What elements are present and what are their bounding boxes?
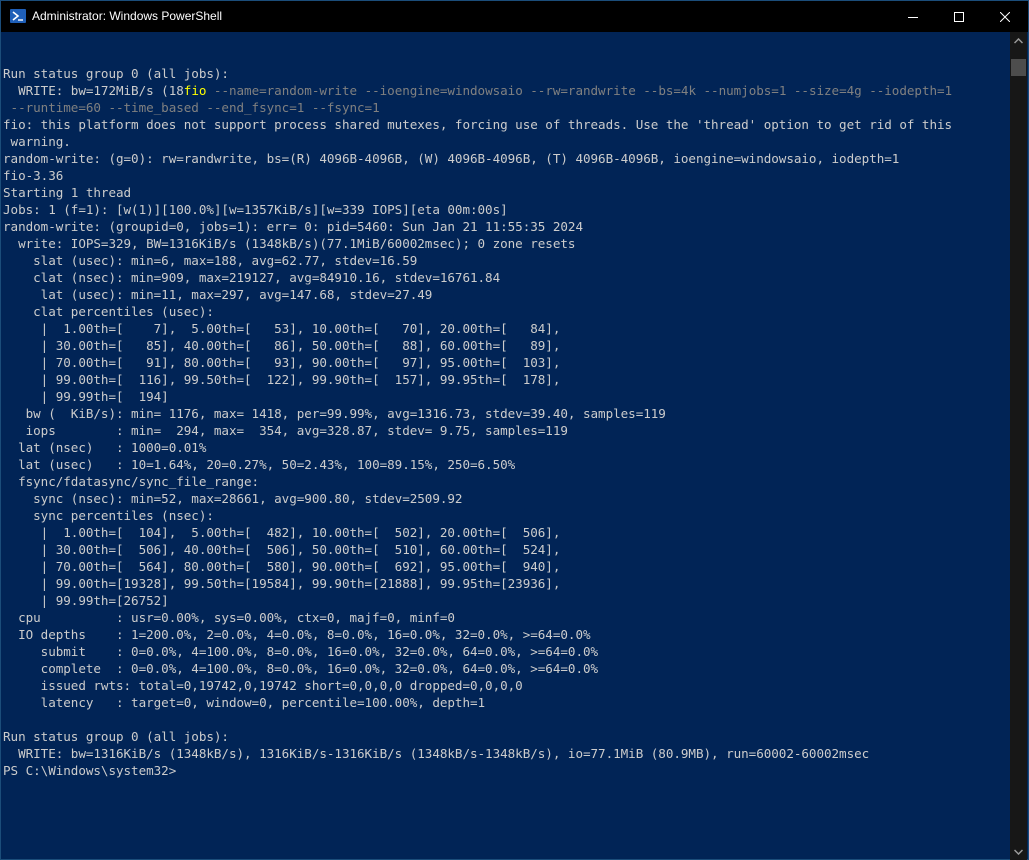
console-line: WRITE: bw=1316KiB/s (1348kB/s), 1316KiB/…: [3, 746, 870, 761]
console-line: fsync/fdatasync/sync_file_range:: [3, 474, 260, 489]
console-line: issued rwts: total=0,19742,0,19742 short…: [3, 678, 523, 693]
console-line: submit : 0=0.0%, 4=100.0%, 8=0.0%, 16=0.…: [3, 644, 599, 659]
console-line: sync percentiles (nsec):: [3, 508, 214, 523]
console-line: iops : min= 294, max= 354, avg=328.87, s…: [3, 423, 568, 438]
console-line: warning.: [3, 134, 71, 149]
console-line: write: IOPS=329, BW=1316KiB/s (1348kB/s)…: [3, 236, 576, 251]
console-line: | 99.99th=[ 194]: [3, 389, 169, 404]
close-icon: [1000, 11, 1010, 22]
console-line: | 1.00th=[ 104], 5.00th=[ 482], 10.00th=…: [3, 525, 561, 540]
close-button[interactable]: [982, 1, 1028, 32]
console-line: clat percentiles (usec):: [3, 304, 214, 319]
console-line: lat (usec): min=11, max=297, avg=147.68,…: [3, 287, 433, 302]
console-line: latency : target=0, window=0, percentile…: [3, 695, 486, 710]
console-line: | 99.00th=[19328], 99.50th=[19584], 99.9…: [3, 576, 561, 591]
console-line: complete : 0=0.0%, 4=100.0%, 8=0.0%, 16=…: [3, 661, 599, 676]
console-text-segment: WRITE: bw=172MiB/s (18: [3, 83, 184, 98]
console-text-segment: --name=random-write --ioengine=windowsai…: [206, 83, 953, 98]
console-line: Run status group 0 (all jobs):: [3, 66, 229, 81]
console-text-segment: fio: [183, 83, 207, 98]
console-line: random-write: (g=0): rw=randwrite, bs=(R…: [3, 151, 900, 166]
title-bar[interactable]: Administrator: Windows PowerShell: [1, 1, 1028, 32]
console-line: IO depths : 1=200.0%, 2=0.0%, 4=0.0%, 8=…: [3, 627, 591, 642]
console-line: PS C:\Windows\system32>: [3, 763, 177, 778]
console-line: lat (nsec) : 1000=0.01%: [3, 440, 207, 455]
scroll-up-button[interactable]: [1010, 32, 1027, 49]
maximize-icon: [954, 11, 964, 22]
console-line: | 99.00th=[ 116], 99.50th=[ 122], 99.90t…: [3, 372, 561, 387]
minimize-icon: [908, 16, 918, 18]
chevron-down-icon: [1014, 848, 1023, 855]
console-line: WRITE: bw=172MiB/s (18fio --name=random-…: [3, 82, 952, 99]
console-output[interactable]: Run status group 0 (all jobs): WRITE: bw…: [2, 32, 1012, 860]
window-title: Administrator: Windows PowerShell: [32, 9, 223, 23]
console-line: --runtime=60 --time_based --end_fsync=1 …: [3, 99, 952, 116]
console-line: random-write: (groupid=0, jobs=1): err= …: [3, 219, 583, 234]
chevron-up-icon: [1014, 37, 1023, 44]
console-line: Jobs: 1 (f=1): [w(1)][100.0%][w=1357KiB/…: [3, 202, 508, 217]
console-line: fio: this platform does not support proc…: [3, 117, 953, 132]
console-line: cpu : usr=0.00%, sys=0.00%, ctx=0, majf=…: [3, 610, 455, 625]
console-line: | 99.99th=[26752]: [3, 593, 169, 608]
console-line: | 70.00th=[ 91], 80.00th=[ 93], 90.00th=…: [3, 355, 561, 370]
console-line: | 1.00th=[ 7], 5.00th=[ 53], 10.00th=[ 7…: [3, 321, 561, 336]
scroll-down-button[interactable]: [1010, 843, 1027, 860]
console-line: | 70.00th=[ 564], 80.00th=[ 580], 90.00t…: [3, 559, 561, 574]
scrollbar-thumb[interactable]: [1011, 59, 1026, 76]
minimize-button[interactable]: [890, 1, 936, 32]
powershell-window: Administrator: Windows PowerShell Run st…: [0, 0, 1029, 860]
console-line: lat (usec) : 10=1.64%, 20=0.27%, 50=2.43…: [3, 457, 516, 472]
console-text-segment: --runtime=60 --time_based --end_fsync=1 …: [3, 100, 380, 115]
console-line: clat (nsec): min=909, max=219127, avg=84…: [3, 270, 501, 285]
powershell-icon: [10, 9, 26, 23]
maximize-button[interactable]: [936, 1, 982, 32]
console-line: bw ( KiB/s): min= 1176, max= 1418, per=9…: [3, 406, 666, 421]
console-line: fio-3.36: [3, 168, 64, 183]
console-line: Starting 1 thread: [3, 185, 132, 200]
vertical-scrollbar[interactable]: [1010, 32, 1027, 860]
console-line: | 30.00th=[ 506], 40.00th=[ 506], 50.00t…: [3, 542, 561, 557]
console-line: slat (usec): min=6, max=188, avg=62.77, …: [3, 253, 418, 268]
console-line: | 30.00th=[ 85], 40.00th=[ 86], 50.00th=…: [3, 338, 561, 353]
console-line: sync (nsec): min=52, max=28661, avg=900.…: [3, 491, 463, 506]
console-line: Run status group 0 (all jobs):: [3, 729, 229, 744]
console-lines: Run status group 0 (all jobs): WRITE: bw…: [3, 48, 952, 779]
